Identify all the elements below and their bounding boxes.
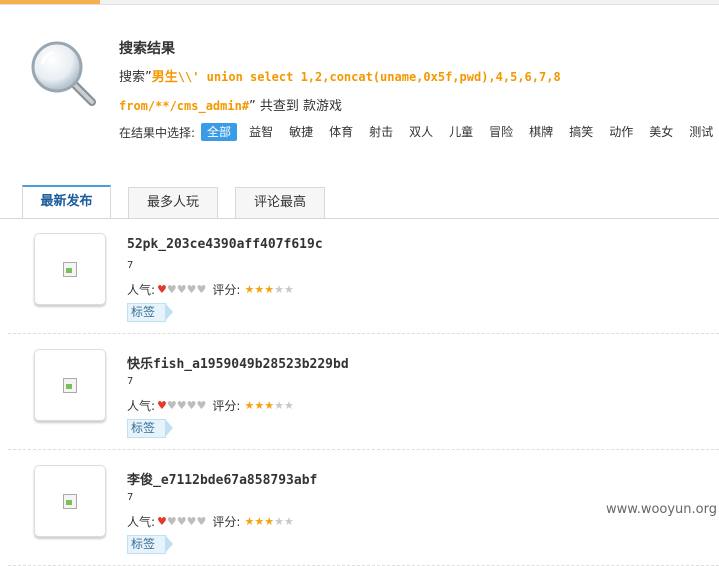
rating-row: 人气: ♥ ♥ ♥ ♥ ♥ 评分: ★ ★ ★ ★ ★ <box>127 397 294 414</box>
filter-label: 在结果中选择: <box>119 125 196 140</box>
watermark: www.wooyun.org <box>605 502 717 517</box>
filter-tag[interactable]: 敏捷 <box>285 123 317 141</box>
filter-tag[interactable]: 测试 <box>685 123 717 141</box>
heart-icon: ♥ <box>186 282 197 296</box>
search-title: 搜索结果 <box>119 41 175 57</box>
filter-tag[interactable]: 美女 <box>645 123 677 141</box>
popularity-hearts: ♥ ♥ ♥ ♥ ♥ <box>157 514 207 528</box>
rating-row: 人气: ♥ ♥ ♥ ♥ ♥ 评分: ★ ★ ★ ★ ★ <box>127 513 294 530</box>
heart-icon: ♥ <box>196 282 207 296</box>
game-thumbnail[interactable] <box>34 233 106 305</box>
rating-row: 人气: ♥ ♥ ♥ ♥ ♥ 评分: ★ ★ ★ ★ ★ <box>127 281 294 298</box>
search-suffix: ” 共查到 款游戏 <box>249 99 343 114</box>
star-icon: ★ <box>274 514 284 528</box>
filter-tag[interactable]: 搞笑 <box>565 123 597 141</box>
game-title[interactable]: 52pk_203ce4390aff407f619c <box>127 237 323 252</box>
star-icon: ★ <box>274 398 284 412</box>
tag-label[interactable]: 标签 <box>127 419 174 438</box>
game-count: 7 <box>127 492 134 503</box>
popularity-label: 人气: <box>127 399 156 413</box>
tag-label[interactable]: 标签 <box>127 303 174 322</box>
popularity-hearts: ♥ ♥ ♥ ♥ ♥ <box>157 282 207 296</box>
magnifier-icon <box>31 41 96 106</box>
filter-tag[interactable]: 双人 <box>405 123 437 141</box>
search-prefix: 搜索” <box>119 70 152 85</box>
search-summary: 搜索”男生\\' union select 1,2,concat(uname,0… <box>119 63 679 121</box>
category-filter: 在结果中选择: 全部 益智 敏捷 体育 射击 双人 儿童 冒险 棋牌 搞笑 动作… <box>119 122 719 142</box>
game-item: 52pk_203ce4390aff407f619c 7 人气: ♥ ♥ ♥ ♥ ♥ 评分: ★ ★ ★… <box>0 219 719 334</box>
tag-label[interactable]: 标签 <box>127 535 174 554</box>
heart-icon: ♥ <box>166 514 177 528</box>
star-icon: ★ <box>244 398 255 412</box>
heart-icon: ♥ <box>186 398 197 412</box>
heart-icon: ♥ <box>157 398 167 412</box>
score-label: 评分: <box>212 283 241 297</box>
search-keyword-cn: 男生 <box>151 70 178 85</box>
heart-icon: ♥ <box>196 398 207 412</box>
search-result-box: 搜索结果 搜索”男生\\' union select 1,2,concat(un… <box>0 5 719 185</box>
game-thumbnail[interactable] <box>34 465 106 537</box>
broken-image-icon <box>63 378 77 393</box>
star-icon: ★ <box>254 514 265 528</box>
filter-tag[interactable]: 动作 <box>605 123 637 141</box>
score-stars: ★ ★ ★ ★ ★ <box>244 514 294 528</box>
game-thumbnail[interactable] <box>34 349 106 421</box>
score-stars: ★ ★ ★ ★ ★ <box>244 398 294 412</box>
game-title[interactable]: 李俊_e7112bde67a858793abf <box>127 469 317 488</box>
game-title[interactable]: 快乐fish_a1959049b28523b229bd <box>127 353 349 372</box>
filter-tag[interactable]: 儿童 <box>445 123 477 141</box>
star-icon: ★ <box>274 282 284 296</box>
star-icon: ★ <box>264 282 275 296</box>
heart-icon: ♥ <box>176 282 187 296</box>
popularity-label: 人气: <box>127 283 156 297</box>
popularity-label: 人气: <box>127 515 156 529</box>
heart-icon: ♥ <box>157 514 167 528</box>
heart-icon: ♥ <box>186 514 197 528</box>
game-count: 7 <box>127 260 134 271</box>
broken-image-icon <box>63 262 77 277</box>
broken-image-icon <box>63 494 77 509</box>
heart-icon: ♥ <box>157 282 167 296</box>
sort-tabs: 最新发布 最多人玩 评论最高 <box>0 185 719 219</box>
score-stars: ★ ★ ★ ★ ★ <box>244 282 294 296</box>
star-icon: ★ <box>264 398 275 412</box>
heart-icon: ♥ <box>196 514 207 528</box>
tab-top-rated[interactable]: 评论最高 <box>235 187 325 218</box>
divider <box>8 333 719 334</box>
filter-tag-all[interactable]: 全部 <box>201 123 238 141</box>
filter-tag[interactable]: 射击 <box>365 123 397 141</box>
heart-icon: ♥ <box>176 514 187 528</box>
star-icon: ★ <box>283 514 294 528</box>
heart-icon: ♥ <box>166 398 177 412</box>
top-bar-accent <box>0 0 100 4</box>
game-item: 快乐fish_a1959049b28523b229bd 7 人气: ♥ ♥ ♥ ♥ ♥ 评分: ★… <box>0 335 719 450</box>
star-icon: ★ <box>244 282 255 296</box>
game-count: 7 <box>127 376 134 387</box>
star-icon: ★ <box>244 514 255 528</box>
popularity-hearts: ♥ ♥ ♥ ♥ ♥ <box>157 398 207 412</box>
tab-newest[interactable]: 最新发布 <box>22 185 111 218</box>
star-icon: ★ <box>264 514 275 528</box>
filter-tag[interactable]: 棋牌 <box>525 123 557 141</box>
tab-most-played[interactable]: 最多人玩 <box>128 187 218 218</box>
score-label: 评分: <box>212 515 241 529</box>
filter-tag[interactable]: 益智 <box>245 123 277 141</box>
filter-tag[interactable]: 体育 <box>325 123 357 141</box>
heart-icon: ♥ <box>176 398 187 412</box>
star-icon: ★ <box>283 282 294 296</box>
score-label: 评分: <box>212 399 241 413</box>
star-icon: ★ <box>283 398 294 412</box>
heart-icon: ♥ <box>166 282 177 296</box>
search-keyword-sql-tail: from/**/cms_admin# <box>119 99 250 113</box>
star-icon: ★ <box>254 398 265 412</box>
filter-tag[interactable]: 冒险 <box>485 123 517 141</box>
star-icon: ★ <box>254 282 265 296</box>
search-keyword-sql: \\' union select 1,2,concat(uname,0x5f,p… <box>177 70 561 84</box>
divider <box>8 449 719 450</box>
